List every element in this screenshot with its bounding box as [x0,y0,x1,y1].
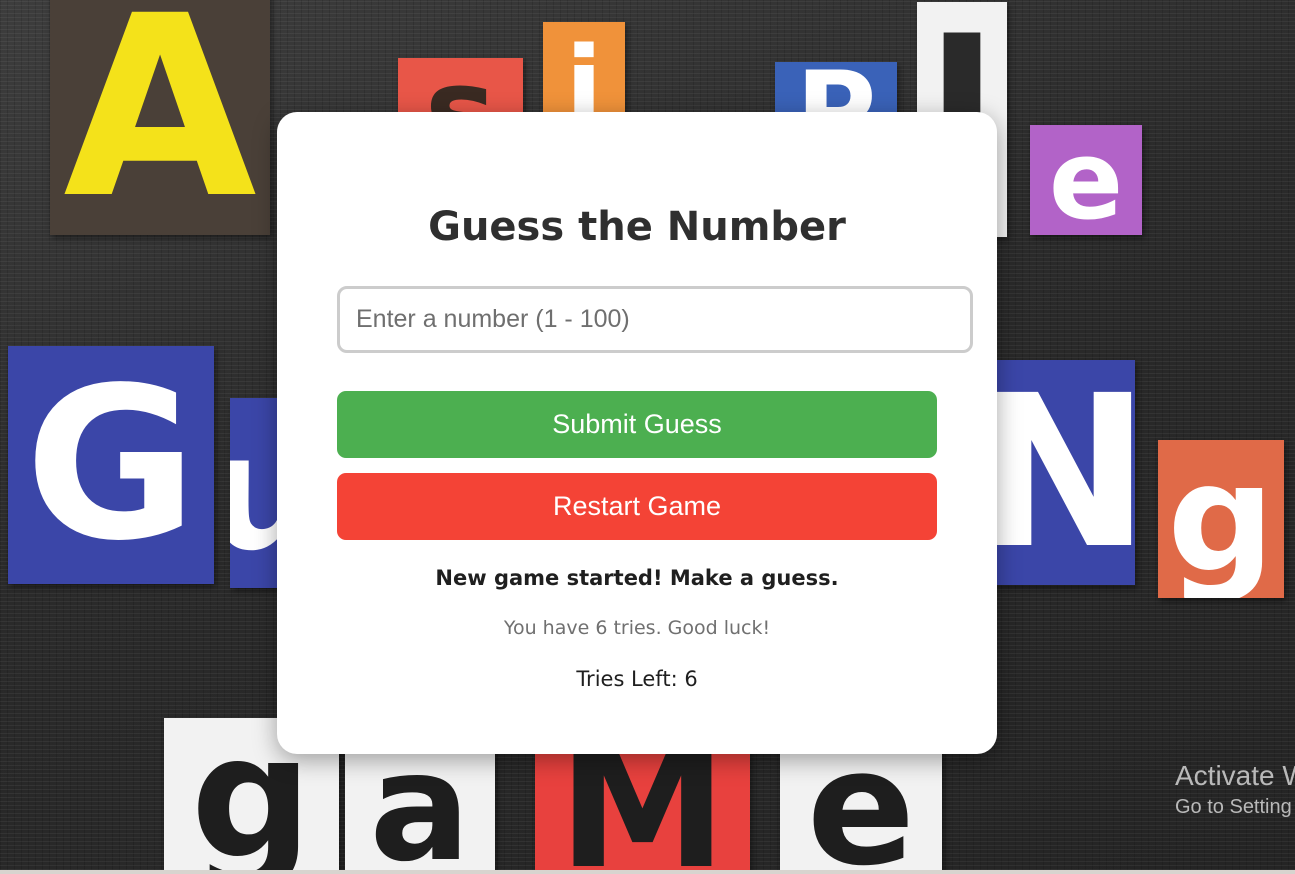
watermark-subtitle: Go to Setting [1175,796,1292,818]
letter-tile: e [780,735,942,874]
tile-letter: G [24,346,198,584]
status-message: New game started! Make a guess. [435,566,839,590]
game-title: Guess the Number [428,204,846,250]
letter-tile: A [50,0,270,235]
letter-tile: M [535,735,750,874]
tile-letter: N [990,360,1135,585]
bottom-edge [0,870,1295,874]
tile-letter: M [557,735,728,874]
tile-letter: A [63,0,257,235]
tile-letter: g [1167,440,1275,598]
tile-letter: a [369,738,471,874]
letter-tile: N [990,360,1135,585]
watermark-title: Activate W [1175,760,1295,791]
tile-letter: e [806,735,916,874]
letter-tile: g [1158,440,1284,598]
letter-tile: a [345,738,495,874]
letter-tile: e [1030,125,1142,235]
tries-left: Tries Left: 6 [576,667,698,691]
activation-watermark: Activate W Go to Setting [1175,760,1295,819]
game-card: Guess the Number Submit Guess Restart Ga… [277,112,997,754]
submit-guess-button[interactable]: Submit Guess [337,391,937,458]
tile-letter: e [1048,125,1124,235]
hint-text: You have 6 tries. Good luck! [503,617,771,639]
guess-input[interactable] [337,286,973,353]
restart-game-button[interactable]: Restart Game [337,473,937,540]
letter-tile: G [8,346,214,584]
